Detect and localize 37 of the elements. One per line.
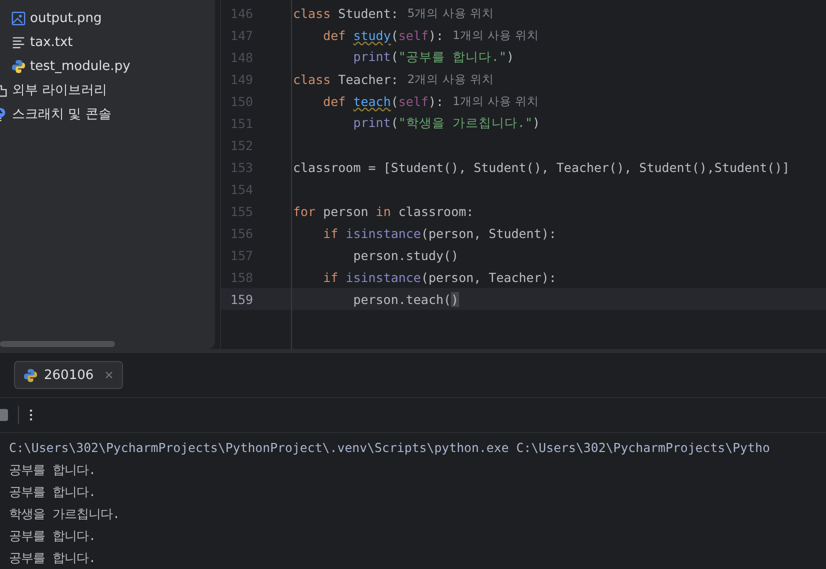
code-line: if isinstance(person, Student): (322, 226, 556, 240)
console-output-line: 공부를 합니다. (9, 483, 97, 501)
tab-label: 260106 (44, 368, 94, 382)
close-icon[interactable] (104, 370, 114, 380)
code-line: for person in classroom: (293, 204, 474, 218)
scrollbar[interactable] (0, 341, 115, 347)
usage-hint[interactable]: 5개의 사용 위치 (407, 6, 494, 20)
tree-item[interactable]: test_module.py (30, 58, 130, 74)
usage-hint[interactable]: 1개의 사용 위치 (452, 94, 540, 108)
line-number: 159 (229, 292, 253, 306)
code-line: print("공부를 합니다.") (352, 48, 514, 66)
code-line: class Student: (293, 6, 398, 20)
console-output-line: 학생을 가르칩니다. (9, 505, 121, 523)
code-line: person.teach() (352, 292, 459, 306)
run-tab[interactable]: 260106 (14, 361, 123, 389)
code-line: person.study() (352, 248, 459, 262)
image-file-icon (11, 10, 26, 26)
python-file-icon (11, 58, 26, 74)
python-icon (23, 368, 38, 382)
code-line: if isinstance(person, Teacher): (322, 270, 556, 284)
console-output-line: 공부를 합니다. (9, 461, 97, 479)
usage-hint[interactable]: 1개의 사용 위치 (452, 28, 540, 42)
tree-item[interactable]: 외부 라이브러리 (12, 81, 108, 99)
console-output-line: 공부를 합니다. (9, 527, 97, 545)
tree-item[interactable]: output.png (30, 10, 102, 26)
more-options-icon[interactable] (29, 408, 33, 422)
code-line: def study(self): (322, 28, 444, 42)
code-line: class Teacher: (293, 72, 398, 86)
text-file-icon (11, 34, 26, 50)
console-output-line: C:\Users\302\PycharmProjects\PythonProject\.venv\Scripts\python.exe C:\Users\302\PycharmProjects\Pytho (9, 439, 771, 457)
code-line: def teach(self): (322, 94, 444, 108)
console-output-line: 공부를 합니다. (9, 549, 97, 567)
tree-item[interactable]: tax.txt (30, 34, 73, 50)
usage-hint[interactable]: 2개의 사용 위치 (407, 72, 494, 86)
code-line: classroom = [Student(), Student(), Teacher(), Student(),Student()] (293, 160, 790, 174)
tree-item[interactable]: 스크래치 및 콘솔 (12, 105, 112, 123)
code-line: print("학생을 가르칩니다.") (352, 114, 540, 132)
